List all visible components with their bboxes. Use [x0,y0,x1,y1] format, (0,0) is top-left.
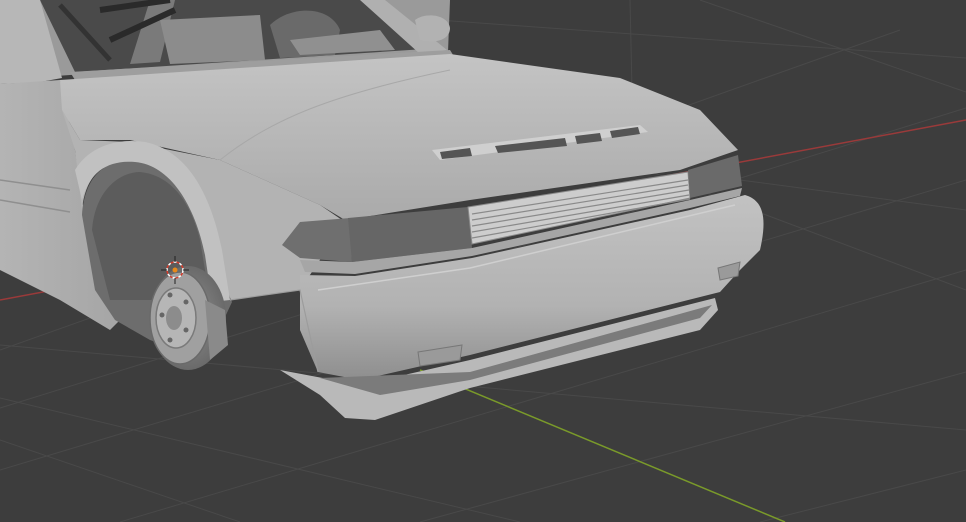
3d-viewport[interactable] [0,0,966,522]
object-origin-icon [172,267,178,273]
viewport-canvas[interactable] [0,0,966,522]
